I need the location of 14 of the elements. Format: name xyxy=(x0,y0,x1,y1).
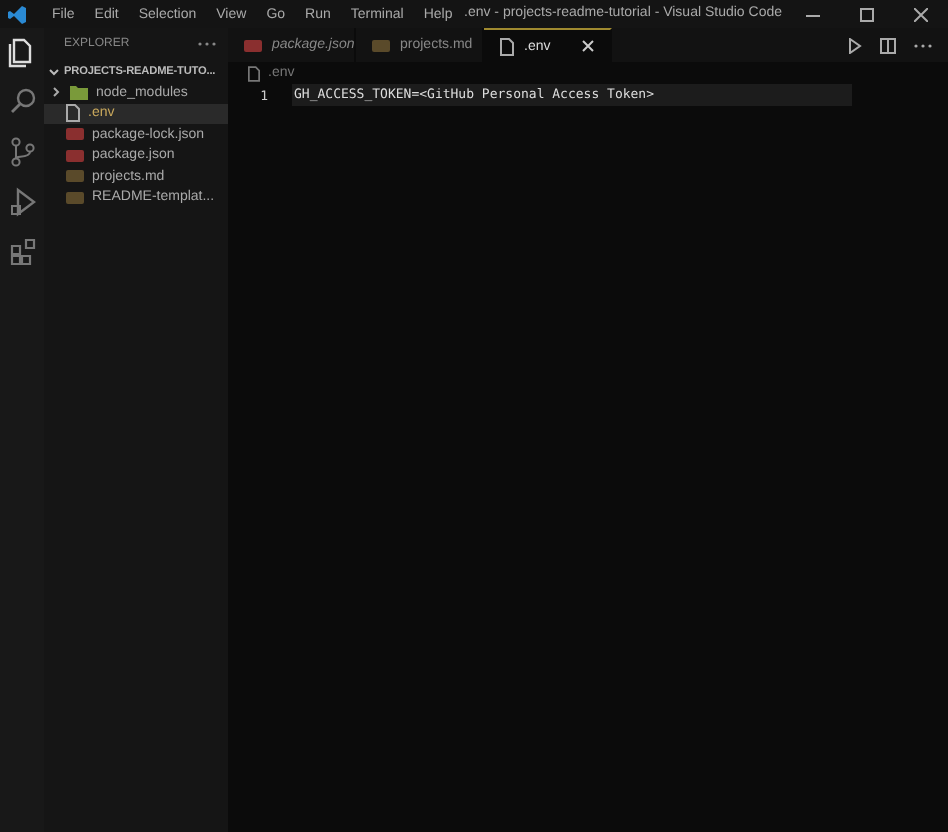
play-bug-icon[interactable] xyxy=(7,186,37,218)
maximize-icon[interactable] xyxy=(860,7,874,21)
file-icon xyxy=(248,65,260,81)
app-logo-icon xyxy=(8,5,26,23)
files-icon[interactable] xyxy=(7,36,37,68)
close-icon[interactable] xyxy=(582,40,594,52)
blocks-icon[interactable] xyxy=(7,236,37,268)
close-icon[interactable] xyxy=(914,7,928,21)
run-icon[interactable] xyxy=(848,37,862,53)
search-icon[interactable] xyxy=(7,86,37,118)
file-icon xyxy=(66,104,80,123)
branch-icon[interactable] xyxy=(7,136,37,168)
file-icon xyxy=(500,37,514,55)
split-editor-icon[interactable] xyxy=(880,37,896,53)
